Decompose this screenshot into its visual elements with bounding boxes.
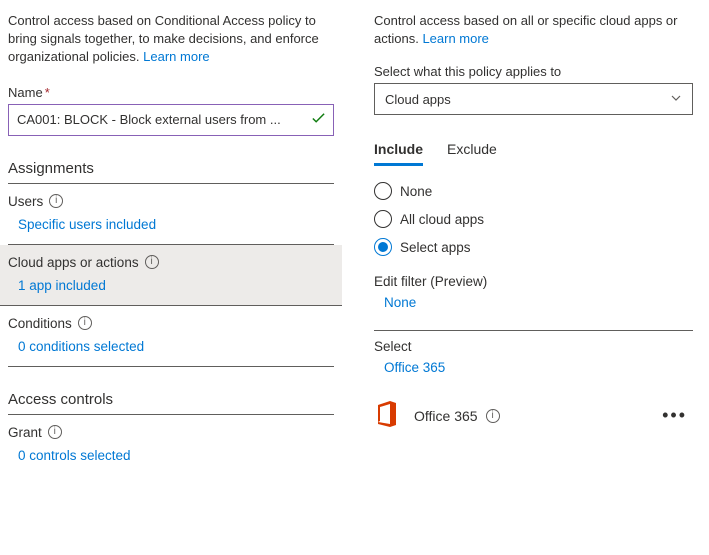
radio-icon [374, 210, 392, 228]
assignment-users[interactable]: Users i Specific users included [8, 184, 334, 245]
select-section: Select Office 365 Office 365 i ••• [374, 330, 693, 436]
policy-config-panel: Control access based on Conditional Acce… [0, 0, 350, 555]
access-controls-section-title: Access controls [8, 391, 334, 415]
more-options-button[interactable]: ••• [656, 405, 693, 426]
applies-to-label: Select what this policy applies to [374, 64, 693, 79]
name-label: Name* [8, 85, 334, 100]
users-value-link[interactable]: Specific users included [8, 217, 334, 232]
name-label-text: Name [8, 85, 43, 100]
radio-select-label: Select apps [400, 240, 471, 255]
radio-icon [374, 238, 392, 256]
cloud-apps-label: Cloud apps or actions [8, 255, 139, 270]
users-label: Users [8, 194, 43, 209]
radio-icon [374, 182, 392, 200]
conditions-label: Conditions [8, 316, 72, 331]
select-label: Select [374, 339, 693, 354]
radio-all-label: All cloud apps [400, 212, 484, 227]
learn-more-link[interactable]: Learn more [143, 49, 209, 64]
policy-intro-text: Control access based on Conditional Acce… [8, 12, 334, 67]
app-name-text: Office 365 [414, 408, 478, 424]
radio-select-apps[interactable]: Select apps [374, 238, 693, 256]
applies-to-value: Cloud apps [385, 92, 451, 107]
access-grant[interactable]: Grant i 0 controls selected [8, 415, 334, 475]
info-icon[interactable]: i [78, 316, 92, 330]
cloud-apps-intro: Control access based on all or specific … [374, 12, 693, 48]
app-name: Office 365 i [414, 408, 500, 424]
cloud-apps-value-link[interactable]: 1 app included [8, 278, 334, 293]
radio-none[interactable]: None [374, 182, 693, 200]
edit-filter-value-link[interactable]: None [374, 295, 693, 310]
info-icon[interactable]: i [486, 409, 500, 423]
tab-include[interactable]: Include [374, 141, 423, 166]
selected-app-row[interactable]: Office 365 i ••• [374, 395, 693, 436]
assignments-section-title: Assignments [8, 160, 334, 184]
users-header[interactable]: Users i [8, 194, 334, 209]
assignment-cloud-apps[interactable]: Cloud apps or actions i 1 app included [0, 245, 342, 306]
radio-all-cloud-apps[interactable]: All cloud apps [374, 210, 693, 228]
cloud-intro-text: Control access based on all or specific … [374, 13, 678, 46]
select-value-link[interactable]: Office 365 [374, 360, 693, 375]
required-asterisk: * [45, 85, 50, 100]
radio-none-label: None [400, 184, 432, 199]
conditions-header[interactable]: Conditions i [8, 316, 334, 331]
edit-filter-label: Edit filter (Preview) [374, 274, 693, 289]
policy-name-input[interactable] [8, 104, 334, 136]
chevron-down-icon [670, 92, 682, 107]
include-exclude-tabs: Include Exclude [374, 141, 693, 166]
checkmark-icon [311, 110, 326, 129]
tab-exclude[interactable]: Exclude [447, 141, 497, 166]
learn-more-link[interactable]: Learn more [422, 31, 488, 46]
assignment-conditions[interactable]: Conditions i 0 conditions selected [8, 306, 334, 367]
info-icon[interactable]: i [49, 194, 63, 208]
grant-value-link[interactable]: 0 controls selected [8, 448, 334, 463]
conditions-value-link[interactable]: 0 conditions selected [8, 339, 334, 354]
applies-to-dropdown[interactable]: Cloud apps [374, 83, 693, 115]
grant-label: Grant [8, 425, 42, 440]
office365-icon [374, 399, 400, 432]
include-radio-group: None All cloud apps Select apps [374, 182, 693, 256]
grant-header[interactable]: Grant i [8, 425, 334, 440]
info-icon[interactable]: i [48, 425, 62, 439]
name-input-wrapper [8, 104, 334, 136]
cloud-apps-detail-panel: Control access based on all or specific … [350, 0, 709, 555]
cloud-apps-header[interactable]: Cloud apps or actions i [8, 255, 334, 270]
info-icon[interactable]: i [145, 255, 159, 269]
